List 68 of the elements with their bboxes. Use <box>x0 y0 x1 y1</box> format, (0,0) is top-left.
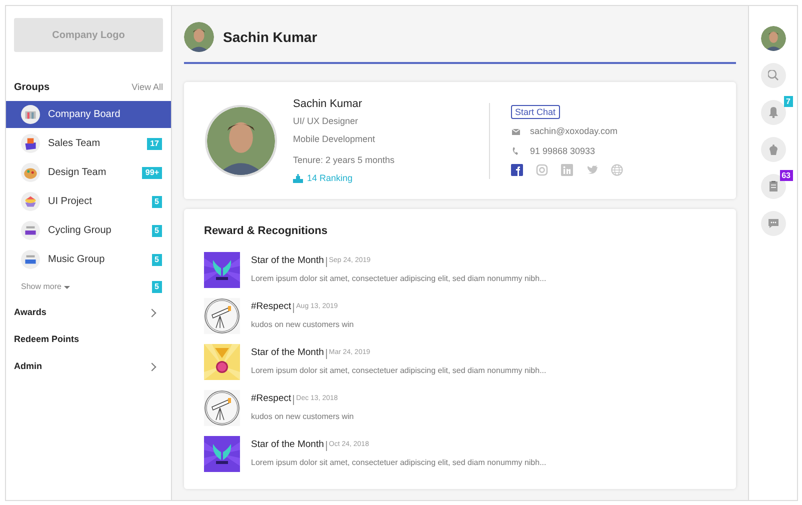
profile-name: Sachin Kumar <box>223 28 318 46</box>
award-image <box>204 252 240 288</box>
award-description: kudos on new customers win <box>251 410 354 423</box>
chat-button[interactable] <box>760 211 786 236</box>
person-name: Sachin Kumar <box>293 96 364 112</box>
caret-icon <box>64 286 70 288</box>
award-image <box>204 436 240 472</box>
cupcake-icon <box>768 144 778 155</box>
bell-icon <box>768 107 778 118</box>
count-badge: 5 <box>152 281 162 293</box>
award-image <box>204 390 240 426</box>
count-badge: 7 <box>784 96 792 107</box>
search-button[interactable] <box>760 63 786 88</box>
cupcake-button[interactable] <box>760 137 786 162</box>
award-image <box>204 298 240 334</box>
phone-icon <box>512 147 519 156</box>
award-title: Star of the Month <box>251 346 324 360</box>
job-title: UI/ UX Designer <box>293 115 360 128</box>
group-item[interactable]: UI Project 5 <box>6 188 171 215</box>
award-description: Lorem ipsum dolor sit amet, consectetuer adipiscing elit, sed diam nonummy nibh... <box>251 456 546 469</box>
group-item[interactable]: Company Board <box>6 101 171 128</box>
clipboard-icon <box>768 181 778 192</box>
view-all-link[interactable]: View All <box>132 80 163 94</box>
profile-photo <box>205 104 277 176</box>
chat-icon <box>768 218 778 229</box>
award-title: #Respect <box>251 392 292 406</box>
company-logo: Company Logo <box>14 18 163 52</box>
nav-item[interactable]: Admin <box>14 360 42 374</box>
award-image <box>204 344 240 380</box>
award-title: Star of the Month <box>251 438 324 452</box>
nav-item[interactable]: Redeem Points <box>14 332 80 346</box>
section-title: Groups <box>14 81 50 95</box>
search-icon <box>768 70 778 81</box>
award-description: kudos on new customers win <box>251 318 354 331</box>
count-badge: 17 <box>147 138 162 150</box>
count-badge: 63 <box>780 170 792 181</box>
group-icon <box>21 192 40 211</box>
phone-text: 91 99868 30933 <box>530 144 596 158</box>
department: Mobile Development <box>293 132 376 146</box>
group-icon <box>21 105 40 124</box>
award-description: Lorem ipsum dolor sit amet, consectetuer adipiscing elit, sed diam nonummy nibh... <box>251 364 546 377</box>
show-more-button[interactable]: Show more <box>21 281 70 293</box>
count-badge: 5 <box>152 196 162 208</box>
award-title: Star of the Month <box>251 254 324 268</box>
podium-icon <box>293 174 303 183</box>
count-badge: 99+ <box>142 166 162 178</box>
bell-button[interactable] <box>760 100 786 125</box>
avatar <box>184 22 214 52</box>
tenure-text: Tenure: 2 years 5 months <box>293 154 396 168</box>
social-icon[interactable] <box>511 164 523 176</box>
group-item[interactable]: Design Team 99+ <box>6 159 171 186</box>
user-avatar <box>760 26 786 51</box>
group-icon <box>21 221 40 240</box>
group-icon <box>21 163 40 182</box>
award-title: #Respect <box>251 300 292 314</box>
mail-icon <box>512 128 520 135</box>
section-title: Reward & Recognitions <box>204 224 328 239</box>
group-item[interactable]: Cycling Group 5 <box>6 217 171 244</box>
award-description: Lorem ipsum dolor sit amet, consectetuer adipiscing elit, sed diam nonummy nibh... <box>251 272 546 285</box>
email-text: sachin@xoxoday.com <box>530 125 618 138</box>
group-item[interactable]: Music Group 5 <box>6 246 171 273</box>
count-badge: 5 <box>152 254 162 266</box>
start-chat-button[interactable]: Start Chat <box>511 105 560 119</box>
group-item[interactable]: Sales Team 17 <box>6 130 171 157</box>
group-icon <box>21 134 40 153</box>
nav-item[interactable]: Awards <box>14 306 46 320</box>
group-icon <box>21 250 40 269</box>
count-badge: 5 <box>152 224 162 236</box>
